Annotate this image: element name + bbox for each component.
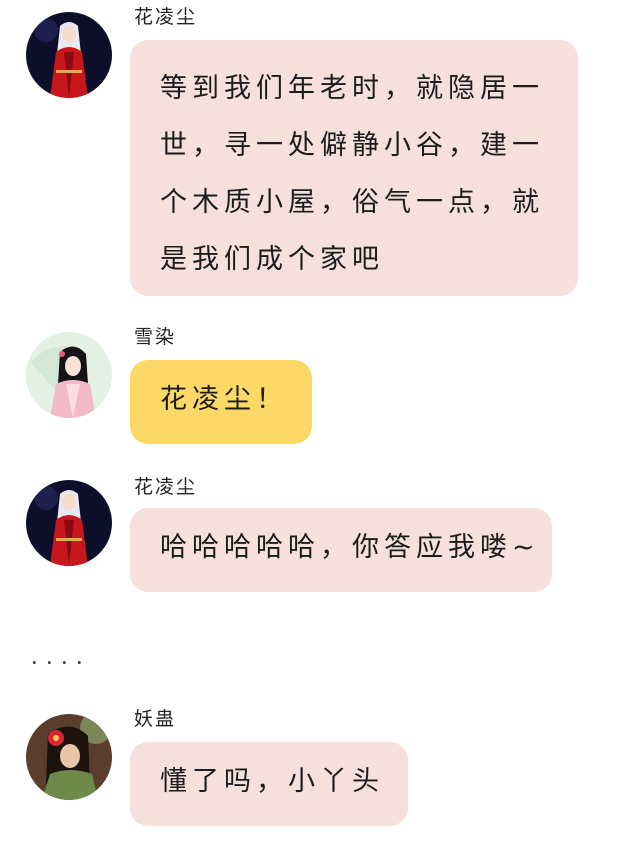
white-haired-red-robed-man-avatar-icon: [26, 480, 112, 566]
woman-with-red-flower-hairpiece-avatar-icon: [26, 714, 112, 800]
message-bubble[interactable]: 哈哈哈哈哈，你答应我喽~: [130, 508, 552, 592]
message-line: 是我们成个家吧: [160, 244, 384, 275]
ellipsis-text: ．．．．: [30, 648, 99, 669]
message-bubble[interactable]: 等到我们年老时，就隐居一 世，寻一处僻静小谷，建一 个木质小屋，俗气一点，就 是…: [130, 40, 578, 296]
message-line: 个木质小屋，俗气一点，就: [160, 187, 544, 218]
avatar[interactable]: [26, 332, 112, 418]
avatar[interactable]: [26, 12, 112, 98]
message-bubble[interactable]: 懂了吗，小丫头: [130, 742, 408, 826]
sender-name: 雪染: [134, 326, 177, 348]
sender-name: 花凌尘: [134, 476, 198, 498]
message-line: 世，寻一处僻静小谷，建一: [160, 130, 544, 161]
avatar[interactable]: [26, 480, 112, 566]
white-haired-red-robed-man-avatar-icon: [26, 12, 112, 98]
avatar[interactable]: [26, 714, 112, 800]
message-line: 等到我们年老时，就隐居一: [160, 73, 544, 104]
sender-name: 花凌尘: [134, 6, 198, 28]
message-bubble[interactable]: 花凌尘！: [130, 360, 312, 444]
message-line: 懂了吗，小丫头: [160, 766, 384, 797]
message-line: 哈哈哈哈哈，你答应我喽~: [160, 532, 540, 563]
sender-name: 妖蛊: [134, 708, 177, 730]
maiden-with-parasol-avatar-icon: [26, 332, 112, 418]
message-line: 花凌尘！: [160, 384, 288, 415]
